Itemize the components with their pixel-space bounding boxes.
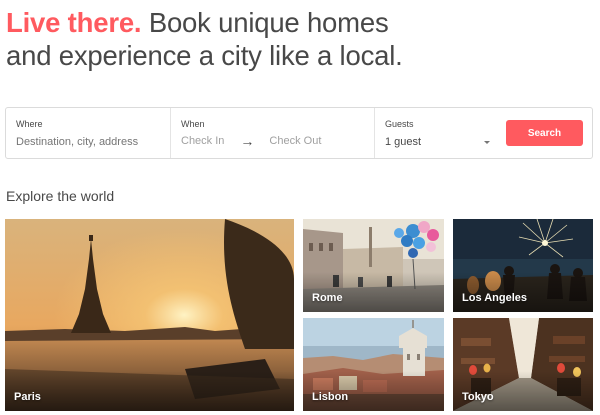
caret-down-icon [484,140,490,144]
hero-line-1: Live there. Book unique homes [6,6,596,39]
guests-select[interactable]: 1 guest [385,136,490,148]
city-name-tokyo: Tokyo [462,391,494,403]
hero-line-2: and experience a city like a local. [6,40,403,71]
when-label: When [181,119,205,129]
destination-input[interactable] [16,136,156,148]
city-card-lisbon[interactable]: Lisbon [303,318,444,411]
hero-headline: Live there. Book unique homes and experi… [6,6,596,72]
city-name-rome: Rome [312,292,343,304]
hero-line-1-text: Book unique homes [148,7,389,38]
city-name-paris: Paris [14,391,41,403]
check-out-input[interactable]: Check Out [269,135,321,147]
paris-shade [5,371,294,411]
city-card-tokyo[interactable]: Tokyo [453,318,593,411]
explore-title: Explore the world [6,188,115,204]
when-field: When Check In → Check Out [170,108,374,158]
date-range: Check In → Check Out [181,133,364,149]
guests-value: 1 guest [385,136,422,148]
city-card-los-angeles[interactable]: Los Angeles [453,219,593,312]
search-bar: Where When Check In → Check Out Guests 1… [5,107,593,159]
guests-field: Guests 1 guest Search [374,108,592,158]
where-label: Where [16,119,43,129]
check-in-input[interactable]: Check In [181,135,224,147]
city-name-lisbon: Lisbon [312,391,349,403]
city-card-rome[interactable]: Rome [303,219,444,312]
where-field[interactable]: Where [6,108,170,158]
city-name-los-angeles: Los Angeles [462,292,527,304]
city-card-paris[interactable]: Paris [5,219,294,411]
search-button[interactable]: Search [506,120,583,146]
arrow-right-icon: → [240,133,255,149]
hero-accent-text: Live there. [6,7,142,38]
